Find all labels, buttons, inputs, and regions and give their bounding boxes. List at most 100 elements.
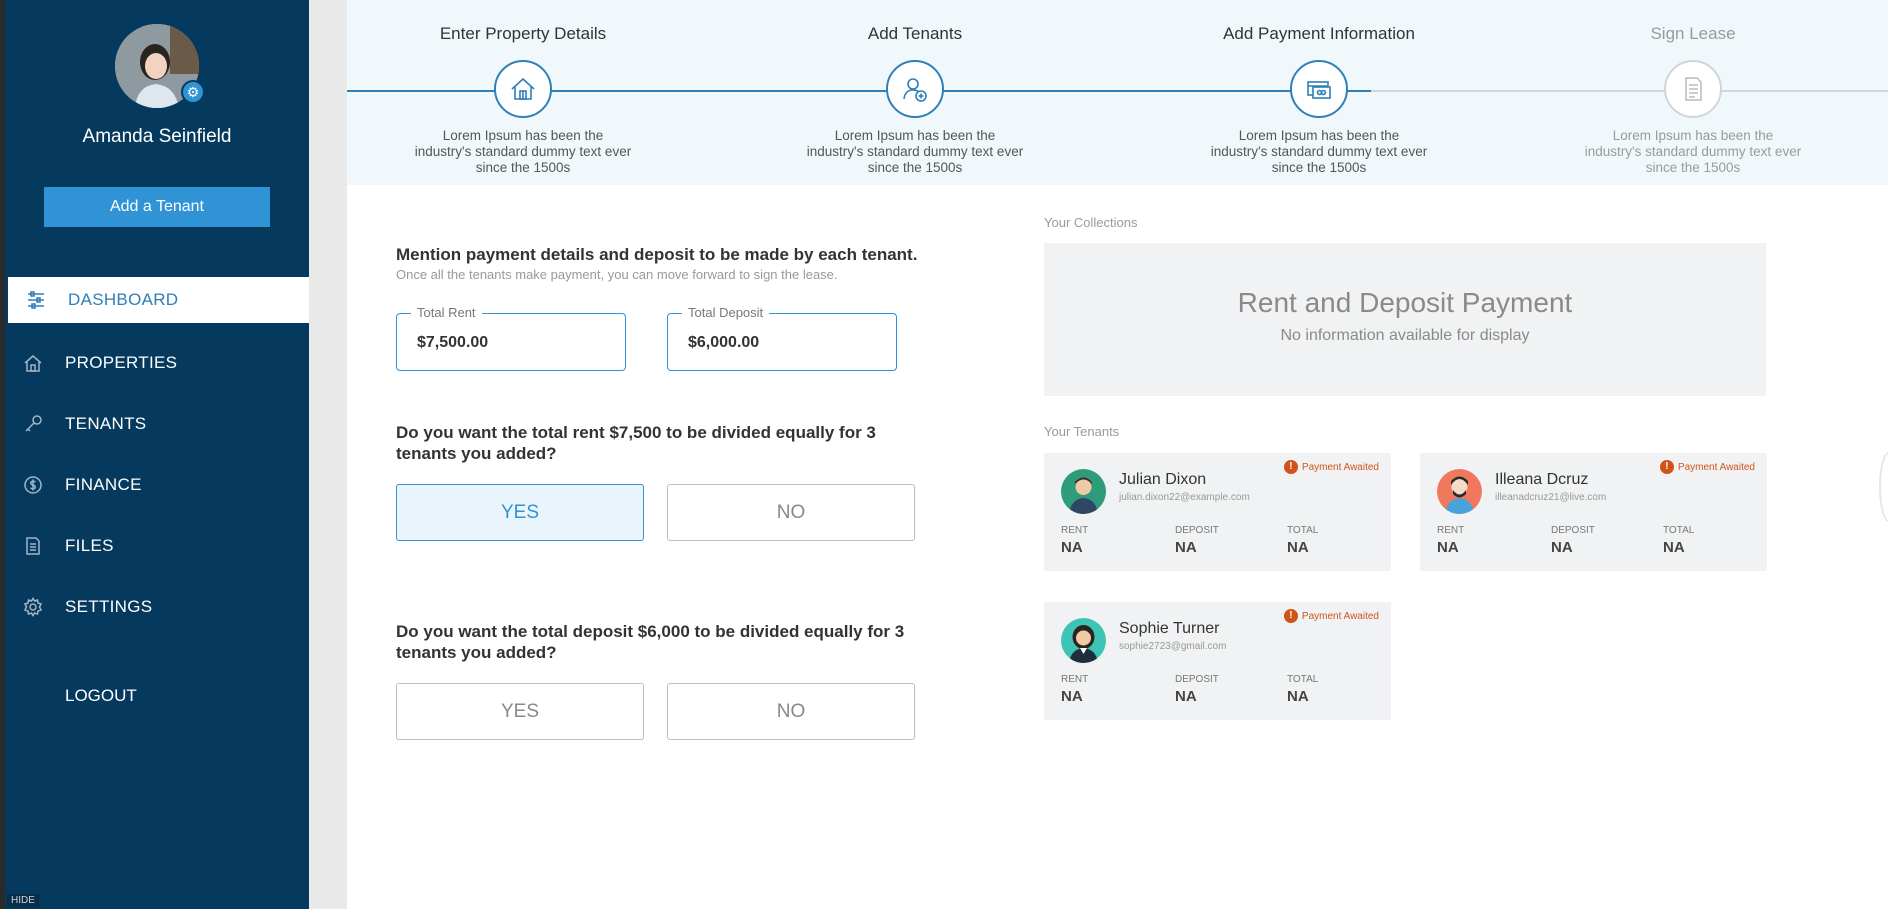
tenant-card[interactable]: Julian Dixon julian.dixon22@example.com … [1044, 453, 1391, 571]
rent-split-question: Do you want the total rent $7,500 to be … [396, 423, 876, 463]
sidebar: ⚙ Amanda Seinfield Add a Tenant DASHBOAR… [5, 0, 312, 909]
sidebar-item-settings[interactable]: SETTINGS [5, 584, 309, 630]
deposit-split-yes-button[interactable]: YES [396, 683, 644, 740]
rent-label: RENT [1061, 674, 1089, 685]
total-label: TOTAL [1287, 525, 1319, 536]
tenant-name: Illeana Dcruz [1495, 471, 1589, 488]
hide-sidebar-button[interactable]: HIDE [7, 894, 39, 907]
gear-icon [5, 597, 65, 617]
total-column: TOTAL NA [1287, 674, 1318, 705]
step-title: Enter Property Details [439, 24, 607, 43]
rent-value: NA [1061, 688, 1083, 705]
field-value: $7,500.00 [417, 334, 489, 351]
user-name: Amanda Seinfield [82, 126, 232, 147]
rent-value: NA [1437, 539, 1459, 556]
total-label: TOTAL [1663, 525, 1695, 536]
status-text: Payment Awaited [1677, 461, 1755, 473]
collections-label: Your Collections [1044, 215, 1138, 230]
alert-icon: ! [1283, 609, 1298, 623]
tenant-avatar [1437, 469, 1482, 514]
step-payment-information[interactable]: Add Payment Information Lorem Ipsum has … [1189, 24, 1449, 176]
total-value: NA [1287, 539, 1309, 556]
deposit-label: DEPOSIT [1175, 674, 1219, 685]
status-badge: ! Payment Awaited [1283, 460, 1379, 474]
rent-split-yes-button[interactable]: YES [396, 484, 644, 541]
total-value: NA [1663, 539, 1685, 556]
collections-empty-text: No information available for display [1280, 327, 1530, 344]
step-description: Lorem Ipsum has been the industry's stan… [806, 128, 1024, 175]
sidebar-item-label: SETTINGS [65, 597, 153, 616]
status-badge: ! Payment Awaited [1659, 460, 1755, 474]
tenant-card[interactable]: Illeana Dcruz illeanadcruz21@live.com ! … [1420, 453, 1767, 571]
tenant-email: julian.dixon22@example.com [1119, 492, 1250, 503]
sidebar-item-files[interactable]: FILES [5, 523, 309, 569]
dashboard-icon [8, 290, 68, 310]
deposit-value: NA [1175, 539, 1197, 556]
deposit-label: DEPOSIT [1551, 525, 1595, 536]
tenant-card[interactable]: Sophie Turner sophie2723@gmail.com ! Pay… [1044, 602, 1391, 720]
tenant-email: illeanadcruz21@live.com [1495, 492, 1607, 503]
tenants-label: Your Tenants [1044, 424, 1120, 439]
form-subtitle: Once all the tenants make payment, you c… [396, 267, 838, 282]
collections-panel: Rent and Deposit Payment No information … [1044, 243, 1766, 396]
tenant-avatar [1061, 618, 1106, 663]
tenant-name: Julian Dixon [1119, 471, 1207, 488]
total-column: TOTAL NA [1663, 525, 1694, 556]
rent-column: RENT NA [1437, 525, 1464, 556]
step-description: Lorem Ipsum has been the industry's stan… [414, 128, 632, 175]
step-sign-lease[interactable]: Sign Lease Lorem Ipsum has been the indu… [1563, 24, 1823, 176]
dollar-icon [5, 475, 65, 495]
sidebar-item-label: PROPERTIES [65, 353, 178, 372]
deposit-value: NA [1551, 539, 1573, 556]
field-label: Total Rent [411, 305, 482, 320]
rent-split-no-button[interactable]: NO [667, 484, 915, 541]
deposit-split-no-button[interactable]: NO [667, 683, 915, 740]
deposit-column: DEPOSIT NA [1175, 525, 1219, 556]
add-tenant-button[interactable]: Add a Tenant [44, 187, 270, 227]
sidebar-item-properties[interactable]: PROPERTIES [5, 340, 309, 386]
tenant-email: sophie2723@gmail.com [1119, 641, 1227, 652]
rent-value: NA [1061, 539, 1083, 556]
field-label: Total Deposit [682, 305, 770, 320]
file-icon [5, 536, 65, 556]
step-property-details[interactable]: Enter Property Details Lorem Ipsum has b… [393, 24, 653, 176]
step-add-tenants[interactable]: Add Tenants Lorem Ipsum has been the ind… [785, 24, 1045, 176]
rent-column: RENT NA [1061, 674, 1088, 705]
add-user-icon [886, 60, 944, 118]
rent-label: RENT [1437, 525, 1465, 536]
status-badge: ! Payment Awaited [1283, 609, 1379, 623]
sidebar-item-dashboard[interactable]: DASHBOARD [8, 277, 312, 323]
step-description: Lorem Ipsum has been the industry's stan… [1210, 128, 1428, 175]
status-text: Payment Awaited [1301, 610, 1379, 622]
document-icon [1664, 60, 1722, 118]
deposit-value: NA [1175, 688, 1197, 705]
sidebar-item-finance[interactable]: FINANCE [5, 462, 309, 508]
status-text: Payment Awaited [1301, 461, 1379, 473]
deposit-split-question: Do you want the total deposit $6,000 to … [396, 622, 905, 662]
total-rent-field[interactable]: Total Rent $7,500.00 [396, 305, 626, 371]
total-deposit-field[interactable]: Total Deposit $6,000.00 [667, 305, 897, 371]
sidebar-item-tenants[interactable]: TENANTS [5, 401, 309, 447]
alert-icon: ! [1659, 460, 1674, 474]
collections-title: Rent and Deposit Payment [1237, 287, 1573, 318]
tenant-avatar [1061, 469, 1106, 514]
home-icon [5, 353, 65, 373]
total-label: TOTAL [1287, 674, 1319, 685]
gear-icon[interactable]: ⚙ [181, 80, 205, 104]
form-title: Mention payment details and deposit to b… [396, 245, 918, 264]
logout-link[interactable]: LOGOUT [65, 686, 137, 706]
step-description: Lorem Ipsum has been the industry's stan… [1584, 128, 1802, 175]
sidebar-item-label: FINANCE [65, 475, 142, 494]
alert-icon: ! [1283, 460, 1298, 474]
step-title: Add Tenants [867, 24, 963, 43]
step-title: Add Payment Information [1223, 24, 1415, 43]
tenant-name: Sophie Turner [1119, 620, 1220, 637]
sidebar-item-label: TENANTS [65, 414, 147, 433]
total-value: NA [1287, 688, 1309, 705]
sidebar-item-label: DASHBOARD [68, 290, 179, 309]
deposit-label: DEPOSIT [1175, 525, 1219, 536]
payment-card-icon [1290, 60, 1348, 118]
sidebar-item-label: FILES [65, 536, 114, 555]
field-value: $6,000.00 [688, 334, 760, 351]
key-icon [5, 414, 65, 434]
